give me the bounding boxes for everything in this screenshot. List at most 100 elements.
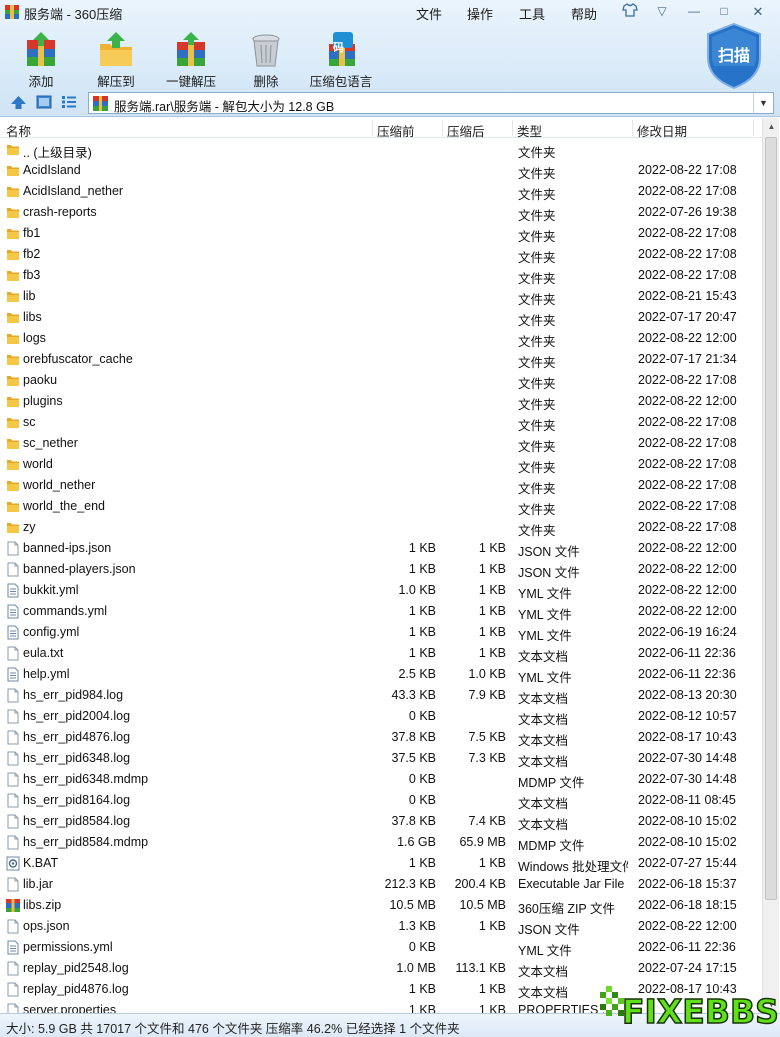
row-type: 文件夹 [518,524,556,538]
row-original-size: 1 KB [408,646,436,660]
add-button[interactable]: 添加 [18,30,64,89]
close-button[interactable]: ✕ [743,2,773,21]
header-divider[interactable] [372,120,373,136]
folder-row[interactable]: fb2 文件夹 2022-08-22 17:08 [0,244,762,265]
delete-label: 删除 [253,75,279,89]
dropdown-icon[interactable]: ▽ [651,3,673,20]
folder-row[interactable]: lib 文件夹 2022-08-21 15:43 [0,286,762,307]
folder-icon [7,208,19,218]
file-list[interactable]: .. (上级目录) 文件夹 AcidIsland 文件夹 2022-08-22 17:0… [0,139,762,1013]
header-divider[interactable] [753,120,754,136]
address-bar[interactable]: 服务端.rar\服务端 - 解包大小为 12.8 GB ▼ [88,92,774,114]
menu-operate[interactable]: 操作 [467,4,493,23]
folder-row[interactable]: sc_nether 文件夹 2022-08-22 17:08 [0,433,762,454]
menu-help[interactable]: 帮助 [571,4,597,23]
address-dropdown-icon[interactable]: ▼ [753,93,773,113]
archive-language-button[interactable]: 码 压缩包语言 [309,30,373,89]
row-modified: 2022-08-22 17:08 [638,436,737,450]
file-row[interactable]: banned-ips.json 1 KB 1 KB JSON 文件 2022-08-22… [0,538,762,559]
scrollbar-thumb[interactable] [765,137,777,900]
thumbnail-view-icon[interactable] [36,95,52,109]
delete-button[interactable]: 删除 [243,30,289,89]
folder-row[interactable]: orebfuscator_cache 文件夹 2022-07-17 21:34 [0,349,762,370]
file-row[interactable]: help.yml 2.5 KB 1.0 KB YML 文件 2022-06-11 22:… [0,664,762,685]
file-row[interactable]: permissions.yml 0 KB YML 文件 2022-06-11 22:3… [0,937,762,958]
row-name: AcidIsland [23,163,81,177]
file-row[interactable]: hs_err_pid2004.log 0 KB 文本文档 2022-08-12 10:… [0,706,762,727]
row-type: 文件夹 [518,335,556,349]
row-compressed-size: 7.4 KB [468,814,506,828]
file-row[interactable]: replay_pid2548.log 1.0 MB 113.1 KB 文本文档 2022… [0,958,762,979]
file-row[interactable]: K.BAT 1 KB 1 KB Windows 批处理文件 2022-07-27 15:… [0,853,762,874]
folder-row[interactable]: libs 文件夹 2022-07-17 20:47 [0,307,762,328]
folder-row[interactable]: paoku 文件夹 2022-08-22 17:08 [0,370,762,391]
file-row[interactable]: hs_err_pid6348.log 37.5 KB 7.3 KB 文本文档 2022-… [0,748,762,769]
row-original-size: 1.6 GB [397,835,436,849]
row-modified: 2022-08-22 17:08 [638,184,737,198]
folder-row[interactable]: plugins 文件夹 2022-08-22 12:00 [0,391,762,412]
file-row[interactable]: lib.jar 212.3 KB 200.4 KB Executable Jar Fi… [0,874,762,895]
folder-row[interactable]: world_the_end 文件夹 2022-08-22 17:08 [0,496,762,517]
title-bar: 服务端 - 360压缩 文件 操作 工具 帮助 ▽ — □ ✕ [0,0,780,24]
folder-row[interactable]: AcidIsland 文件夹 2022-08-22 17:08 [0,160,762,181]
header-divider[interactable] [512,120,513,136]
row-name: replay_pid4876.log [23,982,129,996]
row-name: logs [23,331,46,345]
file-row[interactable]: hs_err_pid4876.log 37.8 KB 7.5 KB 文本文档 2022-… [0,727,762,748]
row-modified: 2022-08-22 12:00 [638,562,737,576]
file-row[interactable]: hs_err_pid8164.log 0 KB 文本文档 2022-08-11 08:… [0,790,762,811]
row-name: help.yml [23,667,70,681]
scan-label[interactable]: 扫描 [705,42,763,66]
file-row[interactable]: banned-players.json 1 KB 1 KB JSON 文件 2022-0… [0,559,762,580]
folder-row[interactable]: world_nether 文件夹 2022-08-22 17:08 [0,475,762,496]
menu-tools[interactable]: 工具 [519,4,545,23]
folder-row[interactable]: logs 文件夹 2022-08-22 12:00 [0,328,762,349]
file-row[interactable]: hs_err_pid6348.mdmp 0 KB MDMP 文件 2022-07-30… [0,769,762,790]
row-original-size: 0 KB [408,709,436,723]
folder-row[interactable]: world 文件夹 2022-08-22 17:08 [0,454,762,475]
row-name: bukkit.yml [23,583,79,597]
file-row[interactable]: libs.zip 10.5 MB 10.5 MB 360压缩 ZIP 文件 2022-0… [0,895,762,916]
header-type[interactable]: 类型 [517,121,542,140]
header-modified[interactable]: 修改日期 [637,121,687,140]
up-arrow-icon[interactable] [10,95,27,110]
file-row[interactable]: commands.yml 1 KB 1 KB YML 文件 2022-08-22 12:… [0,601,762,622]
vertical-scrollbar[interactable]: ▲ ▼ [762,118,779,1013]
maximize-button[interactable]: □ [713,3,735,20]
row-name: .. (上级目录) [23,146,92,160]
row-compressed-size: 1 KB [478,625,506,639]
folder-row[interactable]: AcidIsland_nether 文件夹 2022-08-22 17:08 [0,181,762,202]
list-view-icon[interactable] [61,95,77,109]
minimize-button[interactable]: — [683,3,705,20]
one-click-extract-button[interactable]: 一键解压 [164,30,218,89]
file-icon [7,688,19,703]
folder-row[interactable]: sc 文件夹 2022-08-22 17:08 [0,412,762,433]
file-row[interactable]: ops.json 1.3 KB 1 KB JSON 文件 2022-08-22 12:0… [0,916,762,937]
file-row[interactable]: hs_err_pid8584.log 37.8 KB 7.4 KB 文本文档 2022-… [0,811,762,832]
menu-file[interactable]: 文件 [416,4,442,23]
file-row[interactable]: config.yml 1 KB 1 KB YML 文件 2022-06-19 16:24 [0,622,762,643]
folder-row[interactable]: fb1 文件夹 2022-08-22 17:08 [0,223,762,244]
row-original-size: 37.8 KB [391,814,436,828]
row-name: eula.txt [23,646,64,660]
file-row[interactable]: hs_err_pid984.log 43.3 KB 7.9 KB 文本文档 2022-0… [0,685,762,706]
row-type: 文本文档 [518,797,569,811]
header-divider[interactable] [442,120,443,136]
header-divider[interactable] [632,120,633,136]
file-row[interactable]: bukkit.yml 1.0 KB 1 KB YML 文件 2022-08-22 12:… [0,580,762,601]
header-name[interactable]: 名称 [6,121,31,140]
scroll-up-icon[interactable]: ▲ [763,118,780,135]
folder-row[interactable]: crash-reports 文件夹 2022-07-26 19:38 [0,202,762,223]
file-row[interactable]: hs_err_pid8584.mdmp 1.6 GB 65.9 MB MDMP 文件 2… [0,832,762,853]
skin-icon[interactable] [619,3,641,20]
folder-row[interactable]: fb3 文件夹 2022-08-22 17:08 [0,265,762,286]
extract-to-button[interactable]: 解压到 [92,30,140,89]
header-original-size[interactable]: 压缩前 [377,121,415,140]
folder-row[interactable]: zy 文件夹 2022-08-22 17:08 [0,517,762,538]
header-compressed-size[interactable]: 压缩后 [447,121,485,140]
row-type: 文件夹 [518,461,556,475]
row-compressed-size: 1 KB [478,1003,506,1013]
file-row[interactable]: eula.txt 1 KB 1 KB 文本文档 2022-06-11 22:36 [0,643,762,664]
file-icon [7,709,19,724]
folder-row[interactable]: .. (上级目录) 文件夹 [0,139,762,160]
